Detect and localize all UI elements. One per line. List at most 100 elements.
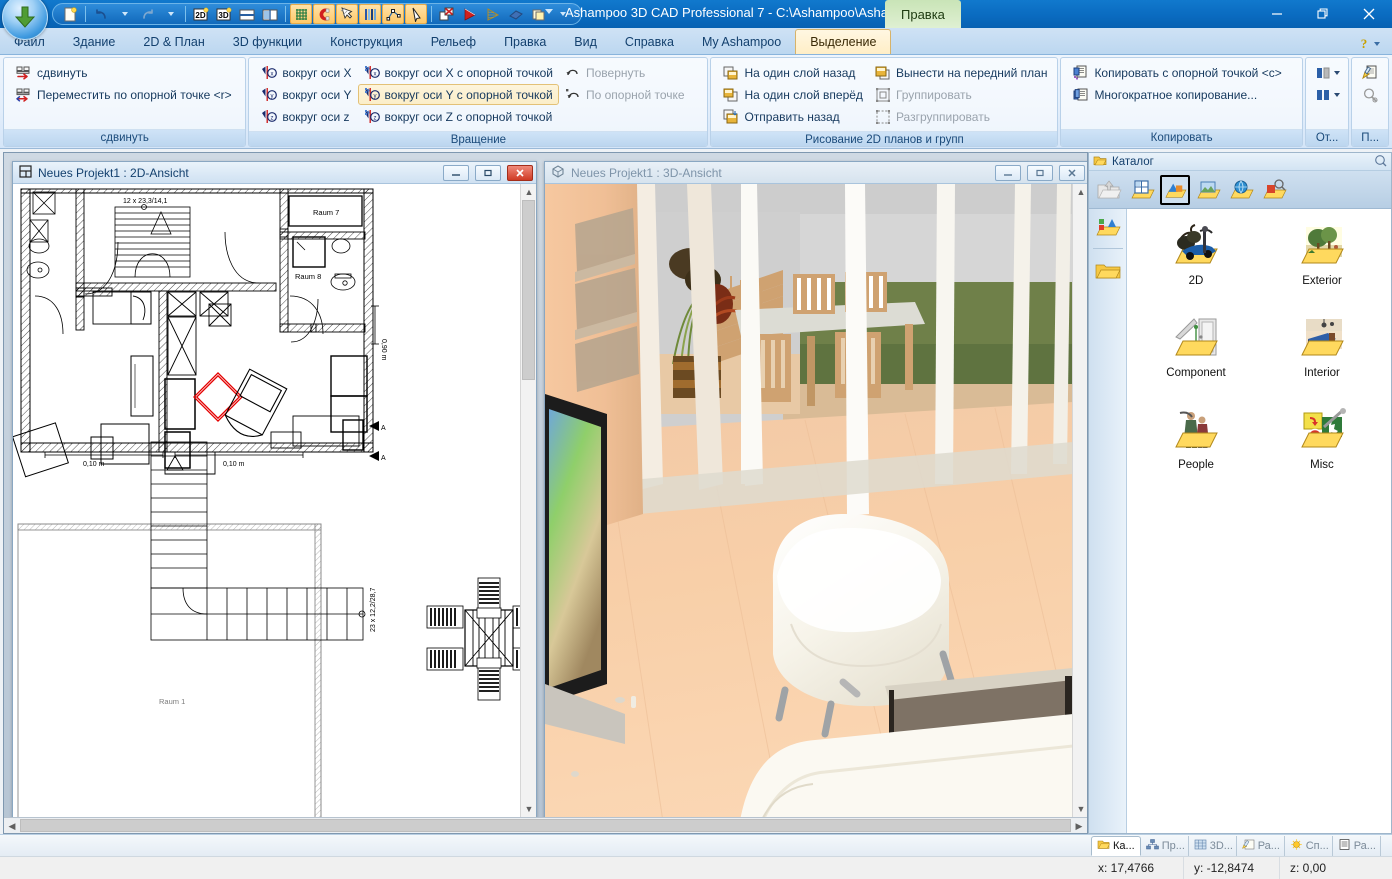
vertical-split-icon[interactable]: [259, 4, 281, 24]
rotate-x-button[interactable]: x вокруг оси X: [255, 62, 357, 83]
3d-render-viewport[interactable]: [545, 184, 1087, 833]
tab-terrain[interactable]: Рельеф: [417, 29, 490, 54]
floor-plan-drawing[interactable]: 12 x 23,3/14,1 Raum 7 Raum 8 0,10 m 0,10…: [13, 184, 536, 833]
rotate-x-reference-button[interactable]: x вокруг оси X с опорной точкой: [358, 62, 559, 83]
panel-tab-project[interactable]: Пр...: [1141, 836, 1189, 856]
scroll-up-arrow[interactable]: ▲: [521, 184, 536, 200]
title-dropdown-icon[interactable]: [545, 9, 553, 14]
tab-my-ashampoo[interactable]: My Ashampoo: [688, 29, 795, 54]
folder-textures-button[interactable]: [1193, 175, 1223, 205]
window-3d-titlebar[interactable]: Neues Projekt1 : 3D-Ansicht: [545, 162, 1087, 184]
window-3d-view[interactable]: Neues Projekt1 : 3D-Ansicht ▲ ▼: [544, 161, 1087, 833]
2d-view-icon[interactable]: 2D: [190, 4, 212, 24]
layer-back-button[interactable]: На один слой назад: [717, 62, 869, 83]
window-2d-restore[interactable]: [475, 164, 501, 181]
multi-copy-button[interactable]: Многократное копирование...: [1067, 84, 1287, 105]
3d-view-icon[interactable]: 3D: [213, 4, 235, 24]
turn-by-reference-button[interactable]: По опорной точке: [559, 84, 691, 105]
node-edit-icon[interactable]: [382, 4, 404, 24]
rotate-y-reference-button[interactable]: y вокруг оси Y с опорной точкой: [357, 84, 559, 105]
rotate-z-button[interactable]: z вокруг оси z: [255, 106, 357, 127]
move-button[interactable]: сдвинуть: [10, 62, 238, 83]
turn-button[interactable]: Повернуть: [559, 62, 691, 83]
rotate-z-reference-button[interactable]: z вокруг оси Z с опорной точкой: [358, 106, 559, 127]
mdi-scroll-left-arrow[interactable]: ◀: [4, 818, 20, 833]
tab-2d-plan[interactable]: 2D & План: [129, 29, 218, 54]
pin-icon[interactable]: [1374, 154, 1387, 170]
chevron-down-icon[interactable]: [1333, 70, 1340, 75]
window-2d-plan[interactable]: Neues Projekt1 : 2D-Ansicht 12 x 23,3/14…: [12, 161, 537, 833]
tab-building[interactable]: Здание: [59, 29, 130, 54]
group-button[interactable]: Группировать: [869, 84, 1054, 105]
copy-with-reference-button[interactable]: Копировать с опорной точкой <c>: [1067, 62, 1287, 83]
scroll-thumb[interactable]: [522, 200, 535, 380]
rotate-y-button[interactable]: y вокруг оси Y: [255, 84, 357, 105]
redo-dropdown-icon[interactable]: [159, 4, 181, 24]
tab-help[interactable]: Справка: [611, 29, 688, 54]
catalog-item-people[interactable]: People: [1146, 403, 1246, 495]
catalog-item-exterior[interactable]: Exterior: [1272, 219, 1372, 311]
tab-view[interactable]: Вид: [560, 29, 611, 54]
folder-building-button[interactable]: [1127, 175, 1157, 205]
redo-icon[interactable]: [136, 4, 158, 24]
undo-dropdown-icon[interactable]: [113, 4, 135, 24]
window-3d-body[interactable]: ▲ ▼: [545, 184, 1087, 833]
folder-world-button[interactable]: [1226, 175, 1256, 205]
window-3d-minimize[interactable]: [995, 164, 1021, 181]
scroll-down-arrow[interactable]: ▼: [521, 801, 536, 817]
roof-red-icon[interactable]: [459, 4, 481, 24]
horizontal-split-icon[interactable]: [236, 4, 258, 24]
panel-tab-3d[interactable]: 3D...: [1189, 836, 1237, 856]
catalog-item-component[interactable]: Component: [1146, 311, 1246, 403]
undo-icon[interactable]: [90, 4, 112, 24]
scroll-down-arrow[interactable]: ▼: [1073, 801, 1087, 817]
window-2d-minimize[interactable]: [443, 164, 469, 181]
minimize-button[interactable]: [1254, 0, 1300, 28]
mdi-horizontal-scrollbar[interactable]: ◀ ▶: [4, 817, 1087, 833]
scroll-up-arrow[interactable]: ▲: [1073, 184, 1087, 200]
mirror-horizontal-button[interactable]: [1309, 62, 1346, 83]
move-by-reference-button[interactable]: Переместить по опорной точке <r>: [10, 84, 238, 105]
panel-tab-list[interactable]: Ра...: [1333, 836, 1381, 856]
chevron-down-icon[interactable]: [1333, 92, 1340, 97]
copy-stack-icon[interactable]: [528, 4, 550, 24]
new-document-icon[interactable]: [59, 4, 81, 24]
folder-materials-button[interactable]: [1259, 175, 1289, 205]
window-2d-body[interactable]: 12 x 23,3/14,1 Raum 7 Raum 8 0,10 m 0,10…: [13, 184, 536, 833]
bring-to-front-button[interactable]: Вынести на передний план: [869, 62, 1054, 83]
layer-forward-button[interactable]: На один слой вперёд: [717, 84, 869, 105]
slab-icon[interactable]: [505, 4, 527, 24]
tab-selection[interactable]: Выделение: [795, 29, 892, 54]
plan-2d-vertical-scrollbar[interactable]: ▲ ▼: [520, 184, 536, 817]
roof-frame-icon[interactable]: [482, 4, 504, 24]
close-button[interactable]: [1346, 0, 1392, 28]
folder-objects-button[interactable]: [1160, 174, 1190, 205]
panel-tab-light[interactable]: Сп...: [1285, 836, 1333, 856]
window-3d-close[interactable]: [1059, 164, 1085, 181]
layers-icon[interactable]: [359, 4, 381, 24]
maximize-restore-button[interactable]: [1300, 0, 1346, 28]
select-pointer-icon[interactable]: [336, 4, 358, 24]
catalog-item-2d[interactable]: 2D: [1146, 219, 1246, 311]
tab-construction[interactable]: Конструкция: [316, 29, 417, 54]
ungroup-button[interactable]: Разгруппировать: [869, 106, 1054, 127]
grid-icon[interactable]: [290, 4, 312, 24]
catalog-item-misc[interactable]: STOP Misc: [1272, 403, 1372, 495]
delete-object-icon[interactable]: [436, 4, 458, 24]
window-3d-restore[interactable]: [1027, 164, 1053, 181]
mdi-scroll-right-arrow[interactable]: ▶: [1071, 818, 1087, 833]
panel-tab-work[interactable]: Ра...: [1237, 836, 1285, 856]
magnet-snap-icon[interactable]: [313, 4, 335, 24]
catalog-item-interior[interactable]: Interior: [1272, 311, 1372, 403]
properties-edit-button[interactable]: [1359, 62, 1381, 83]
tab-edit[interactable]: Правка: [490, 29, 560, 54]
properties-search-button[interactable]: [1359, 84, 1381, 105]
panel-tab-catalog[interactable]: Ка...: [1091, 836, 1141, 856]
folder-plain-button[interactable]: [1092, 256, 1124, 284]
arrow-pointer-icon[interactable]: [405, 4, 427, 24]
folder-up-button[interactable]: [1094, 175, 1124, 205]
tab-3d-functions[interactable]: 3D функции: [219, 29, 316, 54]
view-3d-vertical-scrollbar[interactable]: ▲ ▼: [1072, 184, 1087, 817]
help-question-icon[interactable]: ?: [1357, 36, 1380, 51]
mdi-scroll-thumb[interactable]: [20, 819, 1071, 832]
